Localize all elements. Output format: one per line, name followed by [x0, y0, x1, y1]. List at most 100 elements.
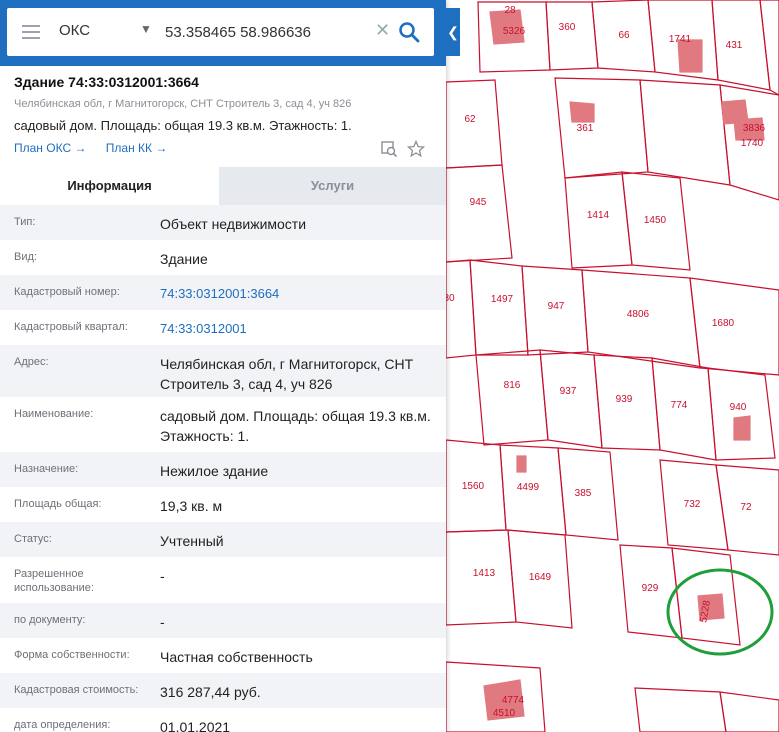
parcel-number-label: 4806: [627, 309, 650, 320]
search-bar: ОКС ▼ ✕: [0, 0, 446, 66]
parcel-number-label: 62: [464, 114, 476, 125]
parcel-number-label: 3836: [743, 123, 766, 134]
attribute-value: Учтенный: [160, 533, 224, 549]
attribute-value: 19,3 кв. м: [160, 498, 223, 514]
parcel[interactable]: [639, 79, 731, 186]
parcel-number-label: 1497: [491, 294, 514, 305]
attribute-label: Разрешенное использование:: [14, 568, 94, 594]
attribute-value: Здание: [160, 251, 208, 267]
parcel[interactable]: [539, 349, 603, 449]
attribute-value: Объект недвижимости: [160, 216, 307, 232]
attribute-label: Наименование:: [14, 408, 94, 420]
parcel-number-label: 28: [504, 5, 516, 16]
parcel[interactable]: [689, 277, 779, 376]
parcel[interactable]: [634, 687, 727, 732]
attribute-row: дата определения: 01.01.2021: [0, 708, 446, 732]
tab-info[interactable]: Информация: [0, 167, 219, 205]
attribute-row: Адрес: Челябинская обл, г Магнитогорск, С…: [0, 345, 446, 397]
menu-icon[interactable]: [22, 25, 40, 39]
search-icon[interactable]: [398, 21, 420, 43]
clear-icon[interactable]: ✕: [375, 20, 390, 41]
attribute-row: Назначение: Нежилое здание: [0, 452, 446, 487]
chevron-down-icon[interactable]: ▼: [140, 22, 152, 36]
attribute-value: 01.01.2021: [160, 719, 231, 732]
parcel-number-label: 360: [559, 22, 576, 33]
attribute-value: садовый дом. Площадь: общая 19.3 кв.м. Э…: [160, 408, 431, 444]
building: [569, 101, 595, 123]
parcel-number-label: 939: [616, 394, 633, 405]
parcel-number-label: 1741: [669, 34, 692, 45]
attribute-value: Нежилое здание: [160, 463, 269, 479]
parcel-number-label: 66: [618, 30, 630, 41]
parcel-number-label: 774: [671, 400, 688, 411]
attribute-link[interactable]: 74:33:0312001:3664: [160, 284, 435, 304]
parcel-number-label: 1560: [462, 481, 485, 492]
building: [516, 455, 527, 473]
attribute-link[interactable]: 74:33:0312001: [160, 319, 435, 339]
attribute-row: Кадастровая стоимость: 316 287,44 руб.: [0, 673, 446, 708]
attribute-label: Кадастровая стоимость:: [14, 684, 139, 696]
parcel-number-label: 1649: [529, 572, 552, 583]
plan-oks-link[interactable]: План ОКС →: [14, 141, 86, 155]
attribute-row: Площадь общая: 19,3 кв. м: [0, 487, 446, 522]
attribute-label: Кадастровый квартал:: [14, 321, 128, 333]
search-input[interactable]: [165, 20, 370, 44]
parcel-number-label: 72: [740, 502, 752, 513]
parcel-number-label: 431: [726, 40, 743, 51]
attribute-label: дата определения:: [14, 719, 111, 731]
attribute-row: Разрешенное использование: -: [0, 557, 446, 603]
parcel-number-label: 385: [575, 488, 592, 499]
attribute-label: Адрес:: [14, 356, 49, 368]
parcel-number-label: 4499: [517, 482, 540, 493]
attribute-row: по документу: -: [0, 603, 446, 638]
collapse-panel-button[interactable]: ❮: [446, 8, 460, 56]
parcel-number-label: 4774: [502, 695, 525, 706]
object-title: Здание 74:33:0312001:3664: [14, 74, 199, 90]
attribute-label: Назначение:: [14, 463, 79, 475]
attribute-table: Тип: Объект недвижимости Вид: Здание Кадастр…: [0, 205, 446, 732]
object-description: садовый дом. Площадь: общая 19.3 кв.м. Э…: [14, 118, 352, 133]
building: [733, 415, 751, 441]
parcel-number-label: 816: [504, 380, 521, 391]
attribute-value: Частная собственность: [160, 649, 313, 665]
parcel[interactable]: [475, 349, 549, 446]
search-box: ОКС ▼ ✕: [7, 8, 434, 56]
parcel-number-label: 1413: [473, 568, 496, 579]
parcel[interactable]: [707, 367, 776, 461]
parcel[interactable]: [759, 0, 779, 96]
parcel-number-label: 1450: [644, 215, 667, 226]
parcel-number-label: 5326: [503, 26, 526, 37]
attribute-label: Площадь общая:: [14, 498, 102, 510]
parcel[interactable]: [445, 164, 513, 263]
parcel-number-label: 4510: [493, 708, 516, 719]
attribute-label: Кадастровый номер:: [14, 286, 120, 298]
object-address: Челябинская обл, г Магнитогорск, СНТ Стр…: [14, 98, 352, 110]
object-type-select[interactable]: ОКС: [59, 22, 90, 39]
attribute-row: Кадастровый квартал: 74:33:0312001: [0, 310, 446, 345]
attribute-value: -: [160, 614, 165, 630]
attribute-value: Челябинская обл, г Магнитогорск, СНТ Стр…: [160, 356, 414, 392]
attribute-row: Кадастровый номер: 74:33:0312001:3664: [0, 275, 446, 310]
parcel-number-label: 940: [730, 402, 747, 413]
parcel-number-label: 929: [642, 583, 659, 594]
info-panel: ОКС ▼ ✕ Здание 74:33:0312001:3664 Челяби…: [0, 0, 446, 732]
tab-services[interactable]: Услуги: [219, 167, 446, 205]
zoom-to-object-icon[interactable]: [380, 140, 398, 158]
attribute-value: -: [160, 568, 165, 584]
parcel[interactable]: [554, 77, 649, 179]
parcel[interactable]: [719, 691, 779, 732]
parcel-number-label: 945: [470, 197, 487, 208]
star-icon[interactable]: [407, 140, 425, 158]
attribute-row: Вид: Здание: [0, 240, 446, 275]
attribute-label: Статус:: [14, 533, 52, 545]
parcel-number-label: 1740: [741, 138, 764, 149]
plan-kk-link[interactable]: План КК →: [106, 141, 168, 155]
attribute-row: Наименование: садовый дом. Площадь: общая…: [0, 397, 446, 452]
tab-bar: Информация Услуги: [0, 167, 446, 205]
parcel[interactable]: [545, 1, 599, 71]
attribute-label: Тип:: [14, 216, 36, 228]
attribute-label: Вид:: [14, 251, 37, 263]
parcel-number-label: 947: [548, 301, 565, 312]
parcel-number-label: 361: [577, 123, 594, 134]
parcel[interactable]: [469, 259, 529, 356]
